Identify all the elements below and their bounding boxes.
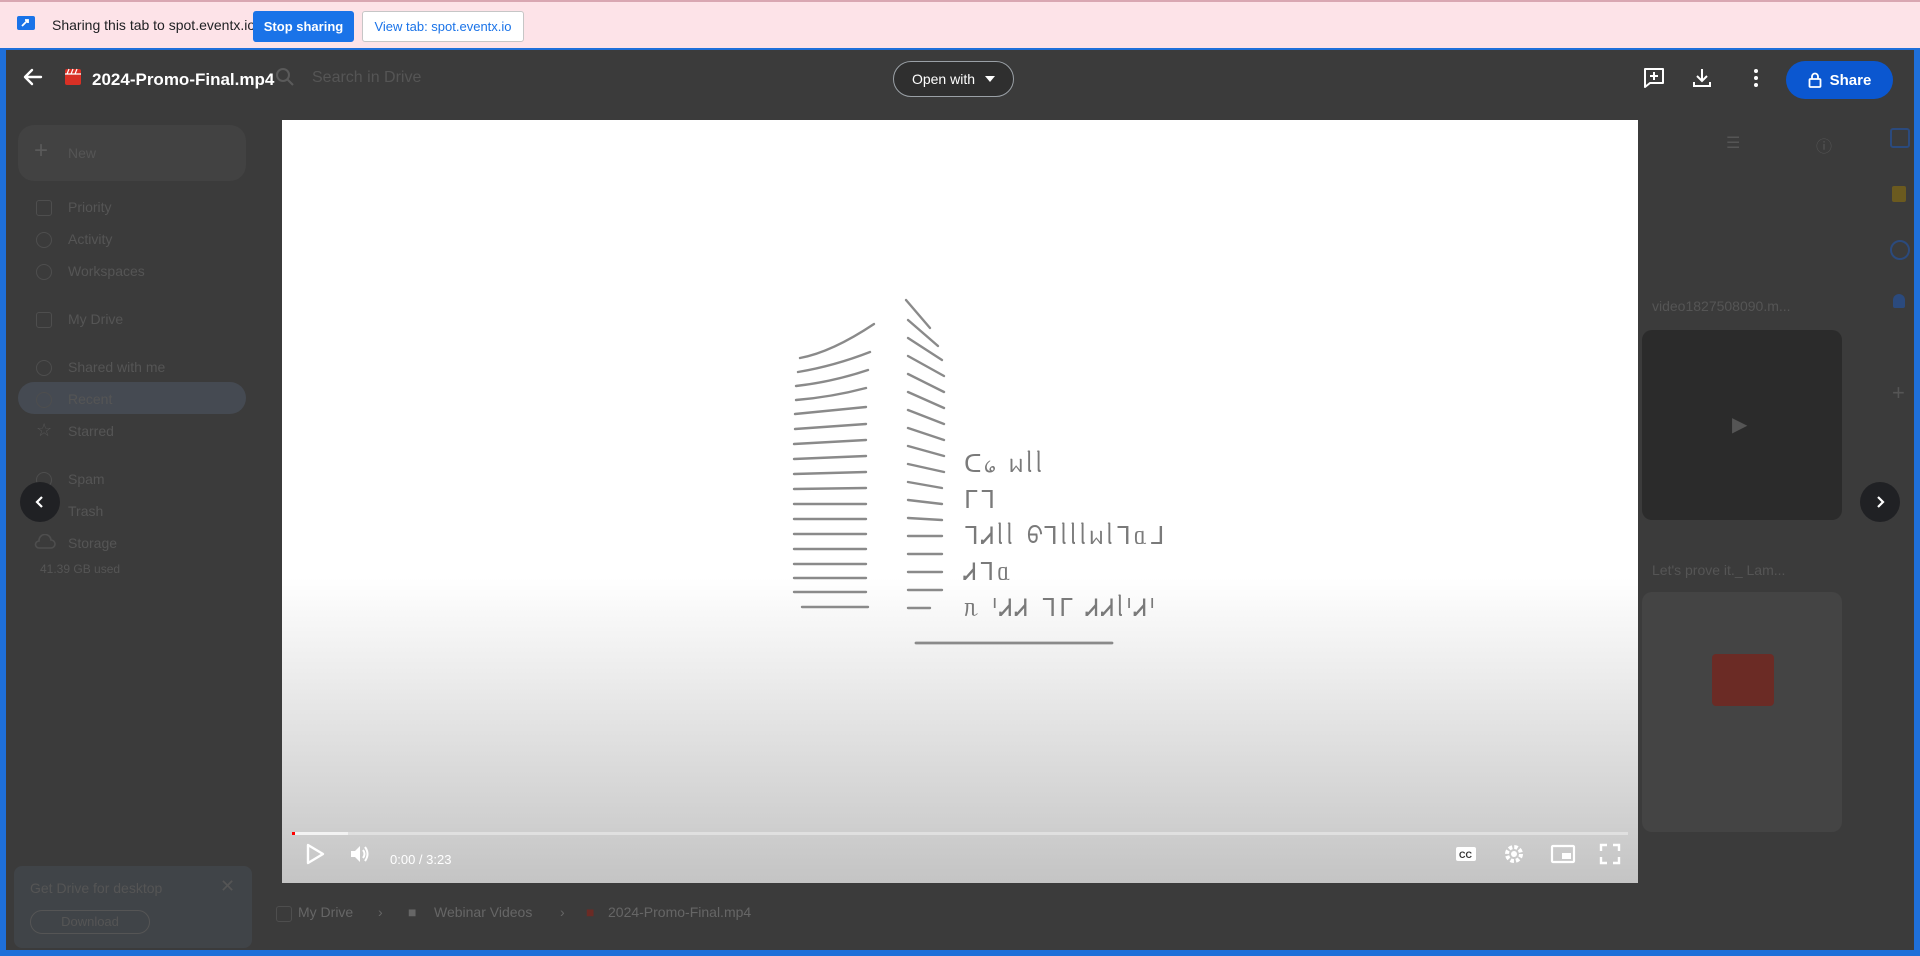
file-title: 2024-Promo-Final.mp4 <box>92 70 275 89</box>
cloud-icon <box>34 534 56 549</box>
open-with-label: Open with <box>911 71 976 87</box>
play-icon: ▶ <box>1732 414 1748 436</box>
picture-in-picture-icon[interactable] <box>1550 842 1576 866</box>
priority-icon <box>36 200 52 216</box>
breadcrumb-separator: › <box>378 904 383 920</box>
sidebar-item-storage[interactable]: Storage <box>68 535 117 551</box>
storage-used-text: 41.39 GB used <box>40 562 121 576</box>
keep-icon[interactable] <box>1892 186 1906 202</box>
video-card-2[interactable] <box>1642 592 1842 832</box>
close-icon[interactable]: ✕ <box>220 876 235 897</box>
arrow-left-icon[interactable] <box>20 64 46 90</box>
sidebar-item-activity[interactable]: Activity <box>68 231 112 247</box>
video-frame <box>792 298 1114 645</box>
new-button[interactable]: + New <box>18 125 246 181</box>
sidebar-item-my-drive[interactable]: My Drive <box>68 311 123 327</box>
add-comment-icon[interactable] <box>1642 66 1666 90</box>
video-file-icon <box>65 68 81 85</box>
cast-icon <box>17 16 35 30</box>
captions-icon[interactable]: CC <box>1454 842 1478 866</box>
next-file-button[interactable] <box>1860 482 1900 522</box>
new-label: New <box>68 145 97 161</box>
video-text-line: ᒥᒣ <box>964 486 999 514</box>
video-text-line: ᑕ᥀ ᥕᥣᥣ <box>964 450 1046 478</box>
shared-tab-frame: Search in Drive + New Priority Activity … <box>0 48 1920 956</box>
volume-icon[interactable] <box>348 842 372 866</box>
lock-icon <box>1808 72 1822 88</box>
my-drive-icon <box>36 312 52 328</box>
breadcrumb-separator: › <box>560 904 565 920</box>
get-drive-title: Get Drive for desktop <box>30 880 163 896</box>
sharing-status-text: Sharing this tab to spot.eventx.io <box>52 17 256 33</box>
breadcrumb-webinar-videos[interactable]: Webinar Videos <box>434 904 532 920</box>
sidebar-item-starred[interactable]: Starred <box>68 423 114 439</box>
progress-bar[interactable] <box>292 832 1628 835</box>
sidebar-item-recent[interactable]: Recent <box>68 391 112 407</box>
search-input[interactable]: Search in Drive <box>312 69 421 87</box>
contacts-icon[interactable] <box>1893 294 1905 308</box>
share-button[interactable]: Share <box>1786 61 1893 99</box>
video-card-1[interactable]: ▶ <box>1642 330 1842 520</box>
recent-highlight <box>18 382 246 414</box>
clock-icon <box>36 392 52 408</box>
progress-buffered <box>292 832 348 835</box>
bell-icon <box>36 232 52 248</box>
video-text-line: Ꮧᒣᥲ <box>964 558 1014 586</box>
more-vert-icon[interactable] <box>1744 66 1768 90</box>
video-text: ᑕ᥀ ᥕᥣᥣ ᒥᒣ ᒣᏗᥣᥣ ᠪᒣᥣᥣᥣᥕᥣᒣᥲᒧ Ꮧᒣᥲ ᥰ ᑊᏗᏗ ᒣᒥ Ꮧ… <box>964 446 1167 626</box>
share-label: Share <box>1829 71 1872 89</box>
plus-icon: + <box>34 137 49 164</box>
download-app-button[interactable]: Download <box>30 910 150 934</box>
video-text-line: ᥰ ᑊᏗᏗ ᒣᒥ ᏗᏗᥣᑊᏗᑊ <box>964 594 1158 622</box>
breadcrumb-file: 2024-Promo-Final.mp4 <box>608 904 752 920</box>
drive-icon <box>276 906 292 922</box>
get-drive-promo: Get Drive for desktop ✕ Download <box>14 866 252 948</box>
video-text-line: ᒣᏗᥣᥣ ᠪᒣᥣᥣᥣᥕᥣᒣᥲᒧ <box>964 522 1168 550</box>
search-icon <box>276 68 294 86</box>
calendar-icon[interactable] <box>1890 128 1910 148</box>
open-with-button[interactable]: Open with <box>893 61 1014 97</box>
grid-view-icon[interactable]: ☰ <box>1726 133 1740 153</box>
clapperboard-icon <box>1712 654 1774 706</box>
view-tab-button[interactable]: View tab: spot.eventx.io <box>362 11 524 42</box>
tab-sharing-banner: Sharing this tab to spot.eventx.io Stop … <box>0 0 1920 48</box>
star-icon: ☆ <box>36 420 53 440</box>
chevron-right-icon <box>1877 496 1885 508</box>
sidebar-item-priority[interactable]: Priority <box>68 199 112 215</box>
sidebar-item-spam[interactable]: Spam <box>68 471 105 487</box>
tasks-icon[interactable] <box>1890 240 1910 260</box>
download-icon[interactable] <box>1690 66 1714 90</box>
sidebar-item-shared[interactable]: Shared with me <box>68 359 165 375</box>
info-icon[interactable]: ⓘ <box>1816 133 1832 157</box>
sidebar-item-workspaces[interactable]: Workspaces <box>68 263 145 279</box>
fullscreen-icon[interactable] <box>1598 842 1622 866</box>
play-icon[interactable] <box>304 842 326 866</box>
shared-icon <box>36 360 52 376</box>
card-title-2: Let's prove it._ Lam... <box>1652 562 1786 578</box>
workspaces-icon <box>36 264 52 280</box>
stop-sharing-button[interactable]: Stop sharing <box>253 11 354 42</box>
folder-icon: ■ <box>408 904 417 920</box>
sidebar-item-trash[interactable]: Trash <box>68 503 103 519</box>
settings-icon[interactable] <box>1502 842 1526 866</box>
card-title-1: video1827508090.m... <box>1652 298 1791 314</box>
drive-viewer: Search in Drive + New Priority Activity … <box>6 50 1914 950</box>
time-display: 0:00 / 3:23 <box>390 852 452 867</box>
breadcrumb-my-drive[interactable]: My Drive <box>298 904 353 920</box>
chevron-left-icon <box>35 496 43 508</box>
svg-text:CC: CC <box>1459 850 1472 860</box>
add-addon-icon[interactable]: + <box>1892 380 1905 406</box>
progress-played <box>292 832 295 835</box>
caret-down-icon <box>985 76 996 82</box>
previous-file-button[interactable] <box>20 482 60 522</box>
video-player[interactable]: ᑕ᥀ ᥕᥣᥣ ᒥᒣ ᒣᏗᥣᥣ ᠪᒣᥣᥣᥣᥕᥣᒣᥲᒧ Ꮧᒣᥲ ᥰ ᑊᏗᏗ ᒣᒥ Ꮧ… <box>282 120 1638 883</box>
video-file-icon: ■ <box>586 904 595 920</box>
